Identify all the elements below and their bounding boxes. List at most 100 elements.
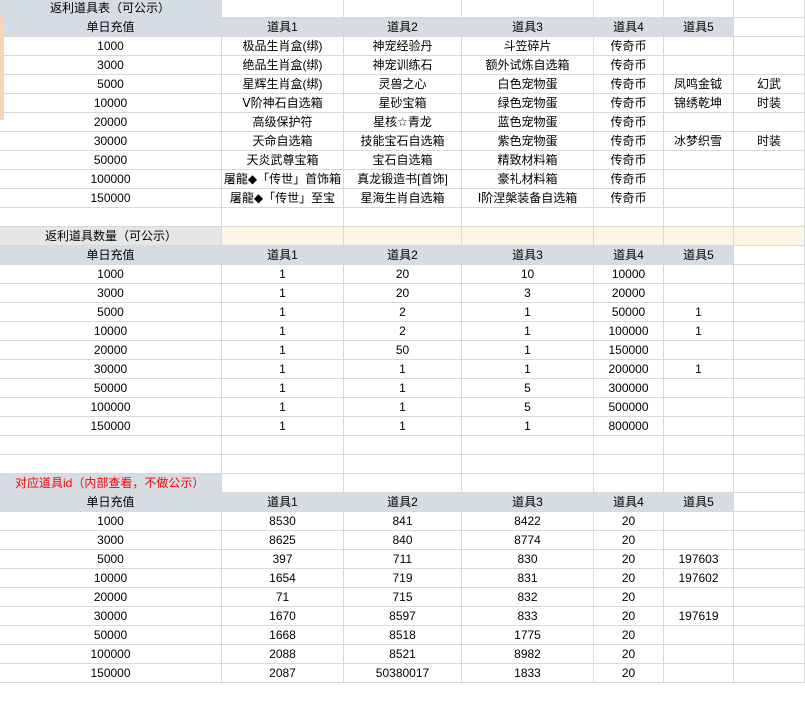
column-header[interactable]: 道具4 <box>594 18 664 37</box>
table-cell[interactable]: 20 <box>594 607 664 626</box>
table-cell[interactable] <box>734 417 805 436</box>
table-cell[interactable]: 1 <box>344 417 462 436</box>
table-cell[interactable] <box>734 56 805 75</box>
table-cell[interactable]: 宝石自选箱 <box>344 151 462 170</box>
table-cell[interactable] <box>664 37 734 56</box>
table-cell[interactable] <box>734 512 805 531</box>
table-cell[interactable] <box>734 455 805 474</box>
table-cell[interactable] <box>734 436 805 455</box>
table-cell[interactable] <box>462 436 594 455</box>
table-cell[interactable]: 传奇币 <box>594 189 664 208</box>
table-cell[interactable]: 1 <box>222 341 344 360</box>
table-cell[interactable]: 1 <box>222 379 344 398</box>
table-cell[interactable]: 神宠训练石 <box>344 56 462 75</box>
table-cell[interactable]: 1 <box>664 322 734 341</box>
table-cell[interactable] <box>594 208 664 227</box>
table-cell[interactable]: 1 <box>222 284 344 303</box>
table-cell[interactable]: 2088 <box>222 645 344 664</box>
table-cell[interactable]: 技能宝石自选箱 <box>344 132 462 151</box>
table-cell[interactable]: 时装 <box>734 94 805 113</box>
table-cell[interactable]: 传奇币 <box>594 94 664 113</box>
table-cell[interactable]: 800000 <box>594 417 664 436</box>
table-cell[interactable]: 8530 <box>222 512 344 531</box>
table-cell[interactable]: 3000 <box>0 284 222 303</box>
table-cell[interactable]: 100000 <box>594 322 664 341</box>
table-cell[interactable]: 397 <box>222 550 344 569</box>
table-cell[interactable] <box>734 493 805 512</box>
table-cell[interactable]: 极品生肖盒(绑) <box>222 37 344 56</box>
table-cell[interactable]: 时装 <box>734 132 805 151</box>
table-cell[interactable] <box>664 455 734 474</box>
table-cell[interactable]: 50000 <box>594 303 664 322</box>
table-cell[interactable]: 1 <box>664 360 734 379</box>
table-cell[interactable]: 50000 <box>0 151 222 170</box>
table-cell[interactable] <box>462 208 594 227</box>
table-cell[interactable] <box>664 436 734 455</box>
table-cell[interactable]: 5000 <box>0 303 222 322</box>
table-cell[interactable]: Ⅴ阶神石自选箱 <box>222 94 344 113</box>
table-cell[interactable]: 1 <box>222 398 344 417</box>
table-cell[interactable] <box>222 455 344 474</box>
table-cell[interactable] <box>594 455 664 474</box>
table-cell[interactable]: 1 <box>222 322 344 341</box>
table-cell[interactable]: 20 <box>594 664 664 683</box>
table-cell[interactable]: 1 <box>222 417 344 436</box>
column-header[interactable]: 道具1 <box>222 18 344 37</box>
section2-title[interactable]: 返利道具数量（可公示） <box>0 227 222 246</box>
table-cell[interactable] <box>734 341 805 360</box>
column-header[interactable]: 道具1 <box>222 246 344 265</box>
table-cell[interactable]: 8774 <box>462 531 594 550</box>
table-cell[interactable]: 绝品生肖盒(绑) <box>222 56 344 75</box>
table-cell[interactable]: 星海生肖自选箱 <box>344 189 462 208</box>
table-cell[interactable]: 197603 <box>664 550 734 569</box>
column-header[interactable]: 道具3 <box>462 18 594 37</box>
table-cell[interactable]: 2 <box>344 322 462 341</box>
table-cell[interactable]: 传奇币 <box>594 56 664 75</box>
table-cell[interactable] <box>734 645 805 664</box>
table-cell[interactable]: 1 <box>462 303 594 322</box>
table-cell[interactable]: 3000 <box>0 56 222 75</box>
table-cell[interactable]: 8625 <box>222 531 344 550</box>
table-cell[interactable]: 屠龍◆「传世」至宝 <box>222 189 344 208</box>
table-cell[interactable]: 1 <box>344 398 462 417</box>
table-cell[interactable]: 幻武 <box>734 75 805 94</box>
table-cell[interactable]: 1 <box>462 322 594 341</box>
column-header[interactable]: 道具5 <box>664 493 734 512</box>
table-cell[interactable]: 20 <box>344 265 462 284</box>
table-cell[interactable] <box>734 227 805 246</box>
table-cell[interactable]: 50380017 <box>344 664 462 683</box>
table-cell[interactable] <box>734 208 805 227</box>
table-cell[interactable]: 星砂宝箱 <box>344 94 462 113</box>
table-cell[interactable] <box>734 626 805 645</box>
table-cell[interactable]: 星核☆青龙 <box>344 113 462 132</box>
table-cell[interactable]: 50 <box>344 341 462 360</box>
table-cell[interactable]: 20 <box>594 550 664 569</box>
table-cell[interactable]: 1000 <box>0 37 222 56</box>
table-cell[interactable] <box>734 379 805 398</box>
table-cell[interactable]: 1668 <box>222 626 344 645</box>
table-cell[interactable]: 20000 <box>0 341 222 360</box>
table-cell[interactable] <box>594 474 664 493</box>
table-cell[interactable] <box>462 0 594 18</box>
table-cell[interactable] <box>664 417 734 436</box>
table-cell[interactable]: 8422 <box>462 512 594 531</box>
table-cell[interactable] <box>344 0 462 18</box>
column-header[interactable]: 道具3 <box>462 246 594 265</box>
column-header[interactable]: 道具5 <box>664 18 734 37</box>
section3-title[interactable]: 对应道具id（内部查看，不做公示） <box>0 474 222 493</box>
table-cell[interactable] <box>664 474 734 493</box>
table-cell[interactable]: 真龙锻造书[首饰] <box>344 170 462 189</box>
table-cell[interactable]: 1 <box>462 341 594 360</box>
table-cell[interactable]: 20 <box>594 626 664 645</box>
table-cell[interactable] <box>734 664 805 683</box>
table-cell[interactable]: 20000 <box>594 284 664 303</box>
table-cell[interactable]: 1833 <box>462 664 594 683</box>
table-cell[interactable] <box>594 436 664 455</box>
table-cell[interactable]: 20 <box>594 512 664 531</box>
table-cell[interactable]: 1 <box>222 303 344 322</box>
table-cell[interactable] <box>664 56 734 75</box>
table-cell[interactable]: 20 <box>344 284 462 303</box>
table-cell[interactable]: 50000 <box>0 379 222 398</box>
table-cell[interactable]: 1670 <box>222 607 344 626</box>
table-cell[interactable]: 5000 <box>0 550 222 569</box>
